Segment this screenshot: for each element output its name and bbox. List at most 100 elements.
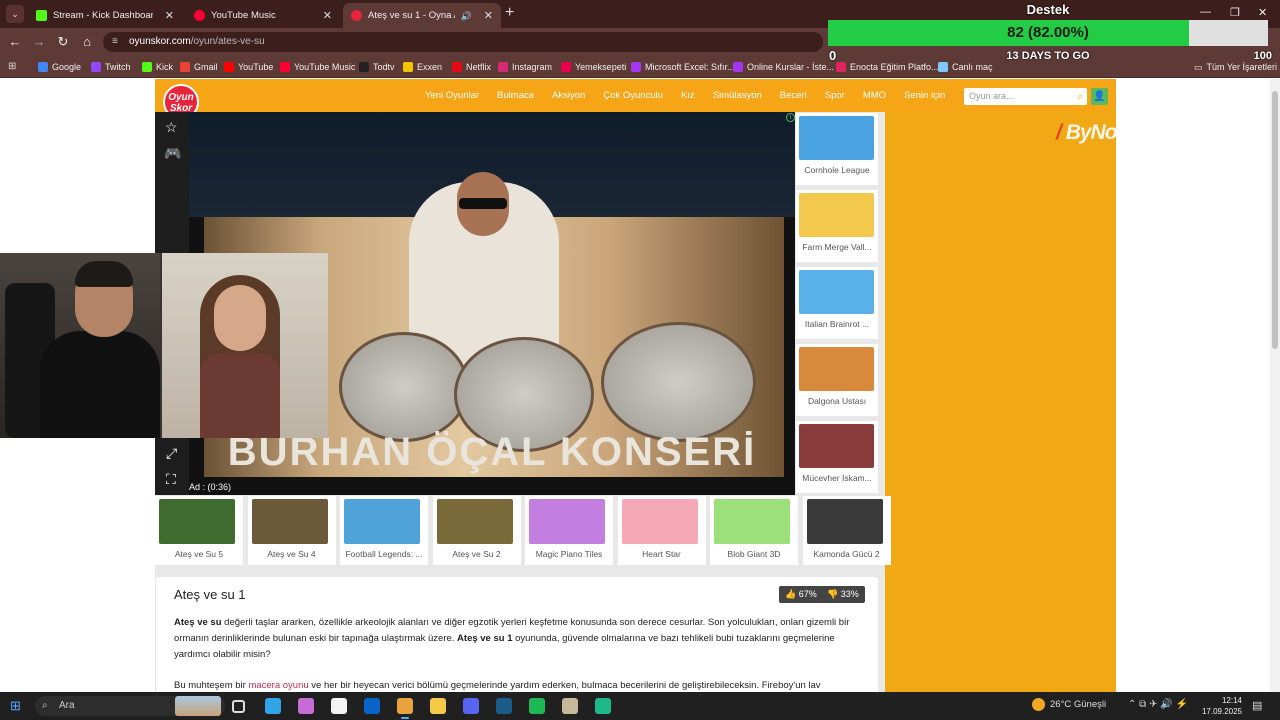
related-game-card[interactable]: Heart Star <box>617 496 706 565</box>
tab-kick-dashboard[interactable]: Stream - Kick Dashboard ✕ <box>28 3 182 28</box>
bookmark-item[interactable]: Todtv <box>359 60 395 74</box>
related-game-card[interactable]: Ateş ve Su 2 <box>432 496 521 565</box>
reload-icon[interactable]: ↻ <box>55 34 71 50</box>
bookmark-favicon-icon <box>733 62 743 72</box>
outlook-icon[interactable] <box>364 698 380 714</box>
new-tab-button[interactable]: + <box>505 4 514 22</box>
related-game-card[interactable]: Magic Piano Tiles <box>525 496 613 565</box>
expand-icon[interactable]: ⤢ <box>166 445 177 462</box>
menu-item[interactable]: Yeni Oyunlar <box>425 90 479 101</box>
fullscreen-icon[interactable]: ⛶ <box>166 471 176 488</box>
game-thumbnail <box>436 499 513 544</box>
bynogame-logo-icon: / <box>1056 121 1062 144</box>
windows-start-icon[interactable]: ⊞ <box>10 699 23 712</box>
bookmark-item[interactable]: YouTube Music <box>280 60 355 74</box>
bookmark-item[interactable]: Netflix <box>452 60 491 74</box>
search-icon[interactable]: ⌕ <box>1077 88 1083 105</box>
side-game-card[interactable]: Farm Merge Vall... <box>796 190 878 262</box>
bookmark-item[interactable]: Exxen <box>403 60 442 74</box>
close-window-icon[interactable]: ✕ <box>1258 6 1267 19</box>
related-game-card[interactable]: Ateş ve Su 4 <box>247 496 336 565</box>
menu-item[interactable]: Spor <box>825 90 845 101</box>
bookmark-item[interactable]: Yemeksepeti <box>561 60 626 74</box>
address-bar[interactable]: ≡ oyunskor.com/oyun/ates-ve-su <box>103 32 823 52</box>
discord-icon[interactable] <box>463 698 479 714</box>
bookmark-item[interactable]: Online Kurslar - İste... <box>733 60 834 74</box>
menu-item[interactable]: Beceri <box>780 90 807 101</box>
donation-days-left: 13 DAYS TO GO <box>1006 50 1090 62</box>
speaker-icon[interactable]: 🔊 <box>461 5 472 27</box>
bookmark-item[interactable]: Kick <box>142 60 173 74</box>
game-search-input[interactable]: Oyun ara... ⌕ <box>964 88 1087 105</box>
copilot-icon[interactable] <box>298 698 314 714</box>
chrome-icon[interactable] <box>397 698 413 719</box>
ad-info-icon[interactable]: i <box>786 113 795 122</box>
gamepad-icon[interactable]: 🎮 <box>164 145 181 162</box>
store-icon[interactable] <box>331 698 347 714</box>
related-game-card[interactable]: Blob Giant 3D <box>710 496 798 565</box>
restore-icon[interactable]: ❐ <box>1230 6 1240 19</box>
close-icon[interactable]: ✕ <box>484 5 493 27</box>
bynogame-ad[interactable]: / ByNoGame <box>1056 121 1172 145</box>
menu-item[interactable]: Simülasyon <box>713 90 762 101</box>
weather-widget[interactable]: 26°C Güneşli <box>1032 698 1106 711</box>
minimize-icon[interactable]: — <box>1200 6 1211 18</box>
game-thumbnail <box>251 499 328 544</box>
scrollbar-thumb[interactable] <box>1272 91 1278 349</box>
bookmark-item[interactable]: Microsoft Excel: Sıfır... <box>631 60 735 74</box>
menu-item[interactable]: Bulmaca <box>497 90 534 101</box>
star-icon[interactable]: ☆ <box>165 119 178 136</box>
side-game-card[interactable]: Mücevher İskam... <box>796 421 878 493</box>
related-game-card[interactable]: Ateş ve Su 5 <box>155 496 243 565</box>
menu-item[interactable]: Aksiyon <box>552 90 585 101</box>
menu-item[interactable]: Senin için <box>904 90 945 101</box>
bookmark-item[interactable]: Google <box>38 60 81 74</box>
search-icon: ⌕ <box>42 700 48 711</box>
task-view-icon[interactable] <box>232 700 245 713</box>
bookmark-item[interactable]: Twitch <box>91 60 131 74</box>
forward-icon[interactable]: → <box>31 34 47 50</box>
page-scrollbar[interactable] <box>1270 79 1280 692</box>
close-icon[interactable]: ✕ <box>165 5 174 27</box>
game-title: Dalgona Ustası <box>807 396 867 406</box>
menu-item[interactable]: Kız <box>681 90 695 101</box>
clock[interactable]: 12:14 17.09.2025 <box>1198 695 1242 717</box>
site-info-icon[interactable]: ≡ <box>112 32 118 52</box>
menu-item[interactable]: Çok Oyunculu <box>603 90 663 101</box>
steam-icon[interactable] <box>496 698 512 714</box>
explorer-icon[interactable] <box>430 698 446 714</box>
tab-ates-ve-su[interactable]: Ateş ve su 1 - Oyna Ateş ve 🔊 ✕ <box>343 3 501 28</box>
apps-grid-icon[interactable]: ⊞ <box>8 61 16 72</box>
bookmark-item[interactable]: Instagram <box>498 60 552 74</box>
tab-youtube-music[interactable]: YouTube Music ✕ <box>186 3 340 28</box>
back-icon[interactable]: ← <box>7 34 23 50</box>
date: 17.09.2025 <box>1201 707 1242 716</box>
search-highlight-image[interactable] <box>175 696 221 716</box>
system-tray[interactable]: ⌃ ⧉ ✈ 🔊 ⚡ <box>1128 699 1188 710</box>
side-game-card[interactable]: Dalgona Ustası <box>796 344 878 416</box>
dislike-button[interactable]: 👎 33% <box>821 586 865 603</box>
like-button[interactable]: 👍 67% <box>779 586 823 603</box>
bookmark-label: Kick <box>156 62 174 72</box>
related-game-card[interactable]: Kamonda Gücü 2 <box>802 496 891 565</box>
notification-icon[interactable]: ▤ <box>1252 699 1262 712</box>
edge-icon[interactable] <box>265 698 281 714</box>
tab-title: Ateş ve su 1 - Oyna Ateş ve <box>368 9 455 21</box>
side-game-card[interactable]: Italian Brainrot ... <box>796 267 878 339</box>
tab-search-button[interactable]: ⌄ <box>6 5 24 23</box>
app-icon[interactable] <box>562 698 578 714</box>
app2-icon[interactable] <box>595 698 611 714</box>
bookmark-favicon-icon <box>280 62 290 72</box>
bookmark-item[interactable]: YouTube <box>224 60 273 74</box>
side-game-card[interactable]: Cornhole League <box>796 113 878 185</box>
adventure-games-link[interactable]: macera oyunu <box>248 680 308 691</box>
menu-item[interactable]: MMO <box>863 90 886 101</box>
spotify-icon[interactable] <box>529 698 545 714</box>
close-icon[interactable]: ✕ <box>323 5 332 27</box>
streamer-hair <box>75 261 133 287</box>
game-title: Italian Brainrot ... <box>804 319 870 329</box>
home-icon[interactable]: ⌂ <box>79 34 95 50</box>
bookmark-item[interactable]: Gmail <box>180 60 218 74</box>
related-game-card[interactable]: Football Legends: ... <box>340 496 428 565</box>
user-icon[interactable]: 👤 <box>1091 88 1108 105</box>
